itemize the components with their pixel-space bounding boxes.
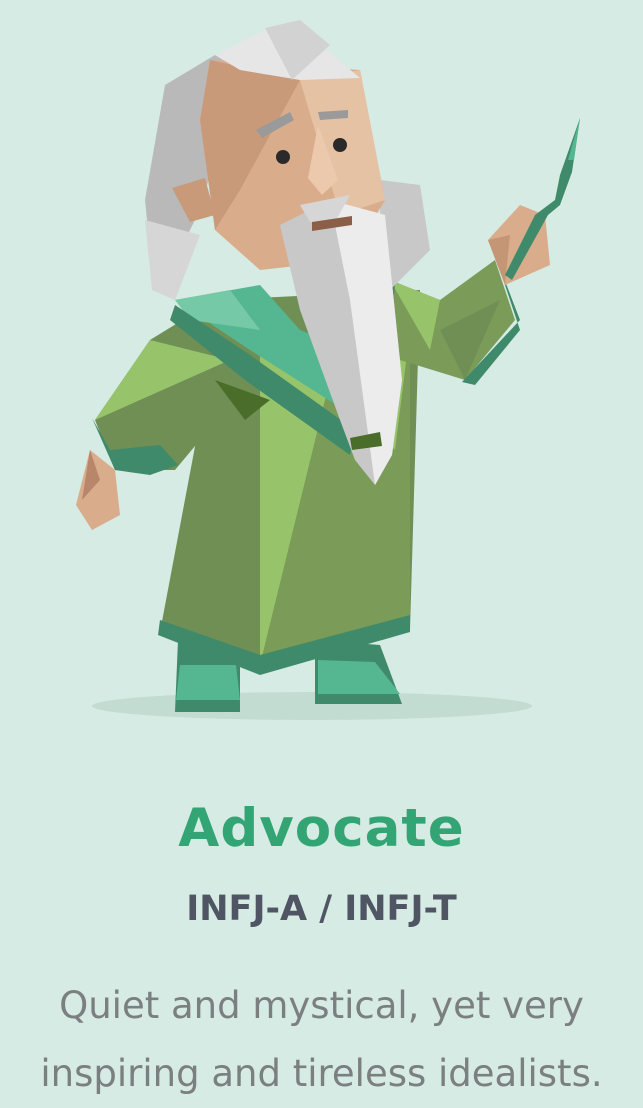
advocate-wizard-icon: [76, 20, 580, 720]
personality-type-code: INFJ-A / INFJ-T: [186, 889, 457, 929]
personality-title: Advocate: [178, 798, 465, 859]
personality-card[interactable]: Advocate INFJ-A / INFJ-T Quiet and mysti…: [0, 0, 643, 1097]
personality-description: Quiet and mystical, yet very inspiring a…: [40, 984, 603, 1095]
